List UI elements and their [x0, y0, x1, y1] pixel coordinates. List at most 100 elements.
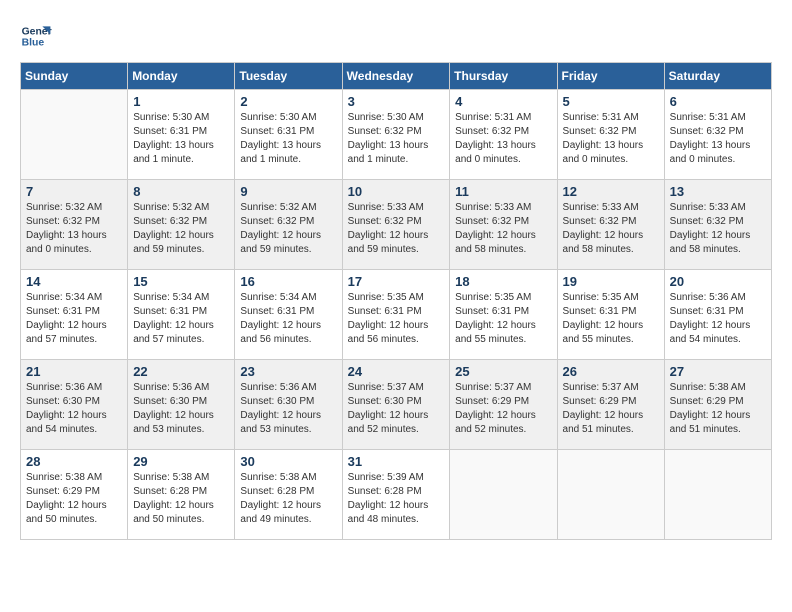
day-header-saturday: Saturday	[664, 63, 771, 90]
day-number: 25	[455, 364, 551, 379]
day-info: Sunrise: 5:38 AM Sunset: 6:29 PM Dayligh…	[26, 471, 122, 527]
calendar-week-2: 7 Sunrise: 5:32 AM Sunset: 6:32 PM Daylig…	[21, 180, 772, 270]
day-number: 6	[670, 94, 766, 109]
day-number: 23	[240, 364, 336, 379]
day-number: 22	[133, 364, 229, 379]
calendar-cell: 1 Sunrise: 5:30 AM Sunset: 6:31 PM Daylig…	[128, 90, 235, 180]
day-number: 3	[348, 94, 445, 109]
day-info: Sunrise: 5:30 AM Sunset: 6:31 PM Dayligh…	[133, 111, 229, 167]
calendar-cell	[21, 90, 128, 180]
day-number: 4	[455, 94, 551, 109]
day-header-tuesday: Tuesday	[235, 63, 342, 90]
page-header: General Blue	[20, 20, 772, 52]
calendar-cell: 3 Sunrise: 5:30 AM Sunset: 6:32 PM Daylig…	[342, 90, 450, 180]
calendar-cell: 18 Sunrise: 5:35 AM Sunset: 6:31 PM Dayli…	[450, 270, 557, 360]
day-number: 28	[26, 454, 122, 469]
calendar-cell: 14Sunrise: 5:34 AM Sunset: 6:31 PM Dayli…	[21, 270, 128, 360]
day-info: Sunrise: 5:39 AM Sunset: 6:28 PM Dayligh…	[348, 471, 445, 527]
day-number: 21	[26, 364, 122, 379]
calendar-cell: 27 Sunrise: 5:38 AM Sunset: 6:29 PM Dayli…	[664, 360, 771, 450]
calendar-week-3: 14 Sunrise: 5:34 AM Sunset: 6:31 PM Dayli…	[21, 270, 772, 360]
calendar-cell: 10Sunrise: 5:33 AM Sunset: 6:32 PM Dayli…	[342, 180, 450, 270]
calendar-cell	[557, 450, 664, 540]
day-info: Sunrise: 5:31 AM Sunset: 6:32 PM Dayligh…	[670, 111, 766, 167]
calendar-cell: 28 Sunrise: 5:38 AM Sunset: 6:29 PM Dayli…	[21, 450, 128, 540]
day-number: 24	[348, 364, 445, 379]
day-number: 26	[563, 364, 659, 379]
day-info: Sunrise: 5:38 AM Sunset: 6:28 PM Dayligh…	[240, 471, 336, 527]
calendar-cell: 29 Sunrise: 5:38 AM Sunset: 6:28 PM Dayli…	[128, 450, 235, 540]
day-info: Sunrise: 5:36 AM Sunset: 6:30 PM Dayligh…	[26, 381, 122, 437]
day-info: Sunrise: 5:33 AM Sunset: 6:32 PM Dayligh…	[348, 201, 445, 257]
day-info: Sunrise: 5:37 AM Sunset: 6:30 PM Dayligh…	[348, 381, 445, 437]
day-number: 18	[455, 274, 551, 289]
calendar-cell: 7 Sunrise: 5:32 AM Sunset: 6:32 PM Daylig…	[21, 180, 128, 270]
day-header-friday: Friday	[557, 63, 664, 90]
calendar-cell: 9 Sunrise: 5:32 AM Sunset: 6:32 PM Daylig…	[235, 180, 342, 270]
calendar-cell: 15 Sunrise: 5:34 AM Sunset: 6:31 PM Dayli…	[128, 270, 235, 360]
calendar-cell: 5 Sunrise: 5:31 AM Sunset: 6:32 PM Daylig…	[557, 90, 664, 180]
calendar-cell: 23 Sunrise: 5:36 AM Sunset: 6:30 PM Dayli…	[235, 360, 342, 450]
calendar-cell: 30 Sunrise: 5:38 AM Sunset: 6:28 PM Dayli…	[235, 450, 342, 540]
calendar-cell	[450, 450, 557, 540]
calendar-cell: 2 Sunrise: 5:30 AM Sunset: 6:31 PM Daylig…	[235, 90, 342, 180]
day-info: Sunrise: 5:30 AM Sunset: 6:31 PM Dayligh…	[240, 111, 336, 167]
calendar-cell: 17Sunrise: 5:35 AM Sunset: 6:31 PM Dayli…	[342, 270, 450, 360]
calendar-cell: 12 Sunrise: 5:33 AM Sunset: 6:32 PM Dayli…	[557, 180, 664, 270]
day-number: 11	[455, 184, 551, 199]
day-info: Sunrise: 5:33 AM Sunset: 6:32 PM Dayligh…	[670, 201, 766, 257]
day-number: 12	[563, 184, 659, 199]
day-info: Sunrise: 5:31 AM Sunset: 6:32 PM Dayligh…	[563, 111, 659, 167]
day-info: Sunrise: 5:35 AM Sunset: 6:31 PM Dayligh…	[455, 291, 551, 347]
day-info: Sunrise: 5:36 AM Sunset: 6:30 PM Dayligh…	[133, 381, 229, 437]
day-number: 1	[133, 94, 229, 109]
day-number: 20	[670, 274, 766, 289]
day-info: Sunrise: 5:36 AM Sunset: 6:31 PM Dayligh…	[670, 291, 766, 347]
day-info: Sunrise: 5:35 AM Sunset: 6:31 PM Dayligh…	[348, 291, 445, 347]
calendar-cell	[664, 450, 771, 540]
day-number: 7	[26, 184, 122, 199]
day-info: Sunrise: 5:32 AM Sunset: 6:32 PM Dayligh…	[26, 201, 122, 257]
day-header-sunday: Sunday	[21, 63, 128, 90]
day-number: 31	[348, 454, 445, 469]
day-info: Sunrise: 5:34 AM Sunset: 6:31 PM Dayligh…	[240, 291, 336, 347]
day-number: 14	[26, 274, 122, 289]
day-number: 27	[670, 364, 766, 379]
day-number: 29	[133, 454, 229, 469]
day-number: 15	[133, 274, 229, 289]
calendar-week-5: 28 Sunrise: 5:38 AM Sunset: 6:29 PM Dayli…	[21, 450, 772, 540]
calendar-cell: 21 Sunrise: 5:36 AM Sunset: 6:30 PM Dayli…	[21, 360, 128, 450]
day-number: 19	[563, 274, 659, 289]
svg-text:Blue: Blue	[22, 38, 45, 49]
day-number: 16	[240, 274, 336, 289]
day-header-thursday: Thursday	[450, 63, 557, 90]
day-info: Sunrise: 5:37 AM Sunset: 6:29 PM Dayligh…	[455, 381, 551, 437]
calendar-cell: 11 Sunrise: 5:33 AM Sunset: 6:32 PM Dayli…	[450, 180, 557, 270]
day-info: Sunrise: 5:32 AM Sunset: 6:32 PM Dayligh…	[240, 201, 336, 257]
calendar-cell: 13Sunrise: 5:33 AM Sunset: 6:32 PM Dayli…	[664, 180, 771, 270]
day-info: Sunrise: 5:38 AM Sunset: 6:29 PM Dayligh…	[670, 381, 766, 437]
day-info: Sunrise: 5:31 AM Sunset: 6:32 PM Dayligh…	[455, 111, 551, 167]
calendar-cell: 16 Sunrise: 5:34 AM Sunset: 6:31 PM Dayli…	[235, 270, 342, 360]
calendar-cell: 19 Sunrise: 5:35 AM Sunset: 6:31 PM Dayli…	[557, 270, 664, 360]
day-number: 30	[240, 454, 336, 469]
day-info: Sunrise: 5:38 AM Sunset: 6:28 PM Dayligh…	[133, 471, 229, 527]
calendar-header-row: SundayMondayTuesdayWednesdayThursdayFrid…	[21, 63, 772, 90]
day-info: Sunrise: 5:33 AM Sunset: 6:32 PM Dayligh…	[563, 201, 659, 257]
day-number: 2	[240, 94, 336, 109]
day-number: 5	[563, 94, 659, 109]
calendar-cell: 31 Sunrise: 5:39 AM Sunset: 6:28 PM Dayli…	[342, 450, 450, 540]
calendar-cell: 22 Sunrise: 5:36 AM Sunset: 6:30 PM Dayli…	[128, 360, 235, 450]
day-info: Sunrise: 5:35 AM Sunset: 6:31 PM Dayligh…	[563, 291, 659, 347]
day-info: Sunrise: 5:34 AM Sunset: 6:31 PM Dayligh…	[133, 291, 229, 347]
day-info: Sunrise: 5:33 AM Sunset: 6:32 PM Dayligh…	[455, 201, 551, 257]
calendar-cell: 26Sunrise: 5:37 AM Sunset: 6:29 PM Dayli…	[557, 360, 664, 450]
calendar-cell: 24 Sunrise: 5:37 AM Sunset: 6:30 PM Dayli…	[342, 360, 450, 450]
day-header-wednesday: Wednesday	[342, 63, 450, 90]
day-number: 9	[240, 184, 336, 199]
calendar-cell: 6 Sunrise: 5:31 AM Sunset: 6:32 PM Daylig…	[664, 90, 771, 180]
day-info: Sunrise: 5:32 AM Sunset: 6:32 PM Dayligh…	[133, 201, 229, 257]
day-info: Sunrise: 5:36 AM Sunset: 6:30 PM Dayligh…	[240, 381, 336, 437]
day-header-monday: Monday	[128, 63, 235, 90]
day-info: Sunrise: 5:30 AM Sunset: 6:32 PM Dayligh…	[348, 111, 445, 167]
